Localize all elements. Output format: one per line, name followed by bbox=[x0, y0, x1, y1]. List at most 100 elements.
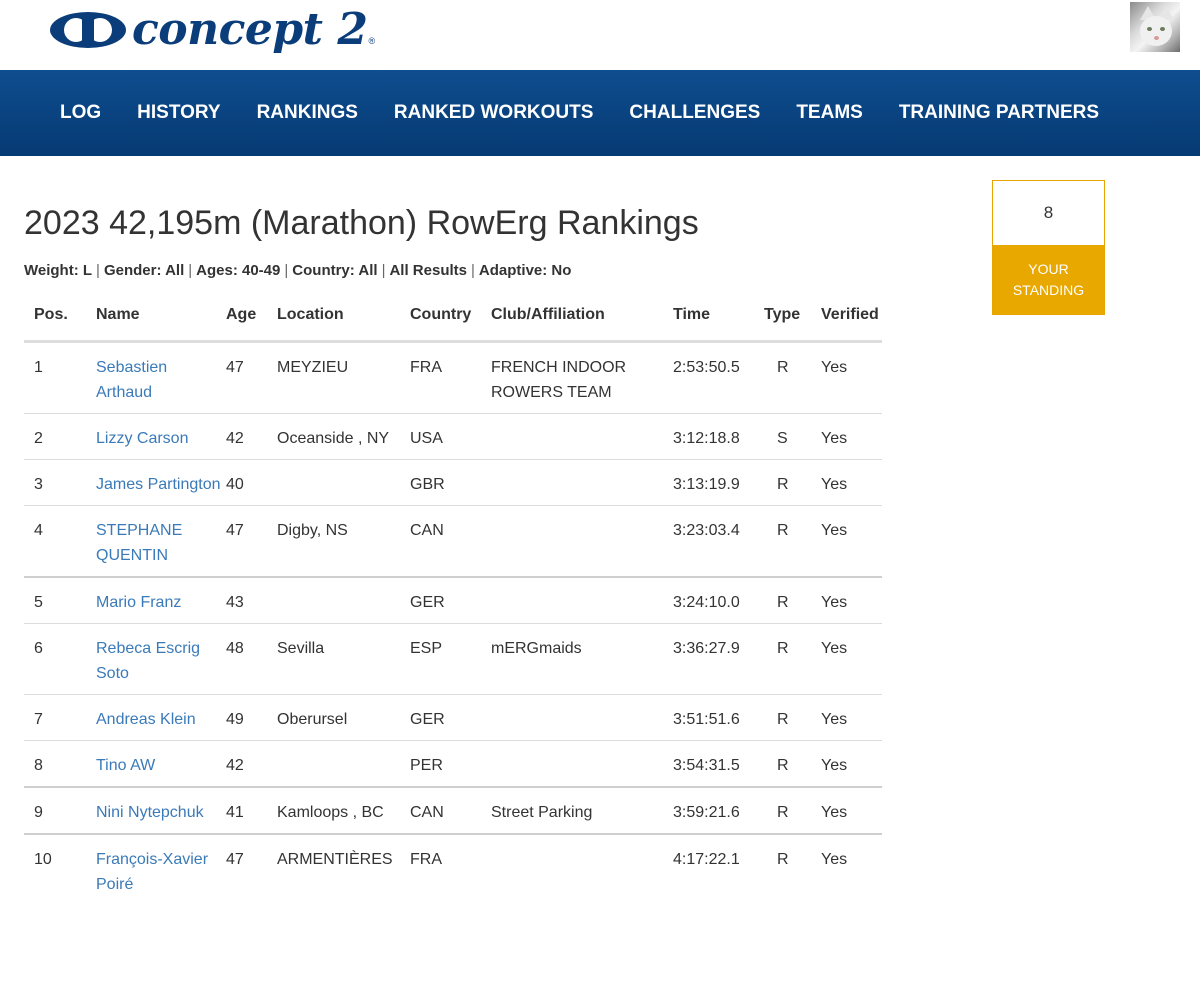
row-country: PER bbox=[410, 757, 443, 774]
table-row: 9 Nini Nytepchuk 41 Kamloops , BC CAN Street … bbox=[24, 786, 882, 834]
table-row: 8 Tino AW 42 PER 3:54:31.5 R Yes bbox=[24, 740, 882, 787]
row-type: R bbox=[777, 804, 789, 821]
row-club-cell bbox=[491, 459, 673, 506]
row-name-cell: STEPHANE QUENTIN bbox=[96, 505, 226, 577]
row-age-cell: 42 bbox=[226, 740, 277, 787]
row-location-cell: Oceanside , NY bbox=[277, 413, 410, 460]
row-verified-cell: Yes bbox=[821, 459, 882, 506]
row-age: 41 bbox=[226, 804, 244, 821]
col-type[interactable]: Type bbox=[764, 306, 821, 343]
row-time: 3:24:10.0 bbox=[673, 594, 740, 611]
row-pos-cell: 5 bbox=[24, 576, 96, 624]
row-verified: Yes bbox=[821, 359, 848, 376]
row-type-cell: R bbox=[764, 740, 821, 787]
nav-history[interactable]: HISTORY bbox=[119, 102, 238, 124]
nav-challenges[interactable]: CHALLENGES bbox=[611, 102, 778, 124]
row-age: 49 bbox=[226, 711, 244, 728]
col-location[interactable]: Location bbox=[277, 306, 410, 343]
table-row: 10 François-Xavier Poiré 47 ARMENTIÈRES FRA 4… bbox=[24, 833, 882, 905]
filter-results: All Results bbox=[389, 262, 467, 279]
row-verified-cell: Yes bbox=[821, 694, 882, 741]
nav-training-partners[interactable]: TRAINING PARTNERS bbox=[881, 102, 1117, 124]
row-pos-cell: 7 bbox=[24, 694, 96, 741]
row-pos-cell: 8 bbox=[24, 740, 96, 787]
row-country: GBR bbox=[410, 476, 445, 493]
row-club-cell bbox=[491, 833, 673, 905]
row-location-cell: ARMENTIÈRES bbox=[277, 833, 410, 905]
row-pos: 3 bbox=[34, 476, 43, 493]
col-country[interactable]: Country bbox=[410, 306, 491, 343]
row-verified: Yes bbox=[821, 594, 848, 611]
col-time[interactable]: Time bbox=[673, 306, 764, 343]
row-time-cell: 3:12:18.8 bbox=[673, 413, 764, 460]
athlete-link[interactable]: Sebastien Arthaud bbox=[96, 359, 167, 401]
page-title: 2023 42,195m (Marathon) RowErg Rankings bbox=[24, 204, 699, 242]
logo-mark-icon bbox=[50, 12, 126, 48]
row-location-cell: Kamloops , BC bbox=[277, 786, 410, 834]
row-country: USA bbox=[410, 430, 443, 447]
standing-label-text: YOUR STANDING bbox=[1012, 260, 1085, 298]
athlete-link[interactable]: STEPHANE QUENTIN bbox=[96, 522, 182, 564]
nav-rankings[interactable]: RANKINGS bbox=[239, 102, 376, 124]
nav-log[interactable]: LOG bbox=[42, 102, 119, 124]
row-time-cell: 3:23:03.4 bbox=[673, 505, 764, 577]
standing-value: 8 bbox=[1043, 203, 1054, 222]
row-verified-cell: Yes bbox=[821, 576, 882, 624]
table-row: 5 Mario Franz 43 GER 3:24:10.0 R Yes bbox=[24, 576, 882, 624]
row-country: GER bbox=[410, 594, 445, 611]
athlete-link[interactable]: James Partington bbox=[96, 476, 221, 493]
row-verified-cell: Yes bbox=[821, 740, 882, 787]
row-location: ARMENTIÈRES bbox=[277, 851, 393, 868]
row-location-cell bbox=[277, 740, 410, 787]
athlete-link[interactable]: François-Xavier Poiré bbox=[96, 851, 208, 893]
row-location-cell bbox=[277, 576, 410, 624]
col-club[interactable]: Club/Affiliation bbox=[491, 306, 673, 343]
row-pos: 4 bbox=[34, 522, 43, 539]
row-pos-cell: 4 bbox=[24, 505, 96, 577]
filter-weight: Weight: L bbox=[24, 262, 93, 279]
row-name-cell: James Partington bbox=[96, 459, 226, 506]
row-name-cell: Sebastien Arthaud bbox=[96, 341, 226, 414]
row-pos-cell: 6 bbox=[24, 623, 96, 695]
row-age-cell: 43 bbox=[226, 576, 277, 624]
table-row: 1 Sebastien Arthaud 47 MEYZIEU FRA FRENCH IND… bbox=[24, 341, 882, 414]
athlete-link[interactable]: Lizzy Carson bbox=[96, 430, 188, 447]
row-verified: Yes bbox=[821, 711, 848, 728]
row-name-cell: Nini Nytepchuk bbox=[96, 786, 226, 834]
row-verified-cell: Yes bbox=[821, 833, 882, 905]
row-type: R bbox=[777, 476, 789, 493]
col-verified[interactable]: Verified bbox=[821, 306, 882, 343]
athlete-link[interactable]: Andreas Klein bbox=[96, 711, 196, 728]
row-club-cell: FRENCH INDOOR ROWERS TEAM bbox=[491, 341, 673, 414]
rankings-table: Pos. Name Age Location Country Club/Affi… bbox=[24, 306, 882, 905]
col-name[interactable]: Name bbox=[96, 306, 226, 343]
col-pos[interactable]: Pos. bbox=[24, 306, 96, 343]
row-location-cell bbox=[277, 459, 410, 506]
row-time: 3:12:18.8 bbox=[673, 430, 740, 447]
athlete-link[interactable]: Nini Nytepchuk bbox=[96, 804, 204, 821]
top-header: concept 2 ® bbox=[0, 0, 1200, 70]
athlete-link[interactable]: Tino AW bbox=[96, 757, 155, 774]
row-club-cell bbox=[491, 694, 673, 741]
row-verified: Yes bbox=[821, 851, 848, 868]
row-time: 3:54:31.5 bbox=[673, 757, 740, 774]
row-country-cell: GER bbox=[410, 576, 491, 624]
row-age: 47 bbox=[226, 851, 244, 868]
row-pos: 10 bbox=[34, 851, 52, 868]
athlete-link[interactable]: Rebeca Escrig Soto bbox=[96, 640, 200, 682]
your-standing-widget[interactable]: 8 YOUR STANDING bbox=[992, 180, 1105, 315]
athlete-link[interactable]: Mario Franz bbox=[96, 594, 181, 611]
nav-teams[interactable]: TEAMS bbox=[778, 102, 881, 124]
row-age: 47 bbox=[226, 522, 244, 539]
row-time-cell: 3:59:21.6 bbox=[673, 786, 764, 834]
user-avatar[interactable] bbox=[1130, 2, 1180, 52]
nav-ranked-workouts[interactable]: RANKED WORKOUTS bbox=[376, 102, 612, 124]
col-age[interactable]: Age bbox=[226, 306, 277, 343]
row-country-cell: GER bbox=[410, 694, 491, 741]
row-type-cell: R bbox=[764, 786, 821, 834]
row-location: Digby, NS bbox=[277, 522, 348, 539]
row-verified: Yes bbox=[821, 430, 848, 447]
concept2-logo[interactable]: concept 2 ® bbox=[48, 8, 375, 52]
row-time-cell: 3:51:51.6 bbox=[673, 694, 764, 741]
row-type: R bbox=[777, 594, 789, 611]
